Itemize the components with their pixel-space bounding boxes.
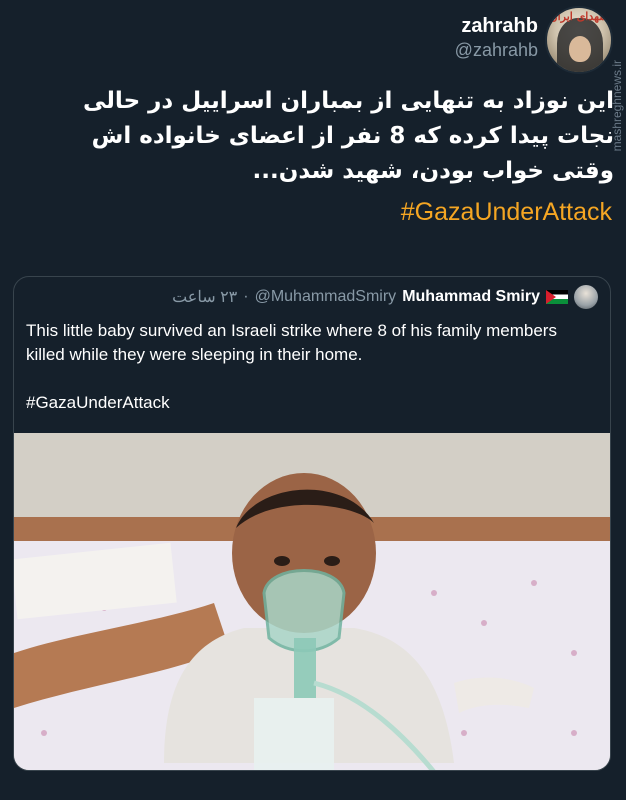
quoted-author-handle[interactable]: @MuhammadSmiry xyxy=(255,288,397,306)
tweet-text-line: نجات پیدا کرده که 8 نفر از اعضای خانواده… xyxy=(91,123,614,149)
tweet-text: این نوزاد به تنهایی از بمباران اسراییل د… xyxy=(24,84,614,189)
avatar-logo-text: شهدای ایران xyxy=(549,10,609,23)
tweet-hashtag-link[interactable]: #GazaUnderAttack xyxy=(401,198,612,227)
quoted-tweet-photo[interactable] xyxy=(14,433,610,770)
infant-eye-right xyxy=(324,556,340,566)
infant-photo-illustration xyxy=(14,433,610,770)
tweet-author-header: zahrahb @zahrahb xyxy=(455,14,538,62)
oxygen-bag xyxy=(254,698,334,770)
quoted-tweet-text: This little baby survived an Israeli str… xyxy=(26,321,557,364)
tweet-text-line: این نوزاد به تنهایی از بمباران اسراییل د… xyxy=(83,88,614,114)
author-display-name[interactable]: zahrahb xyxy=(455,14,538,38)
palestine-flag-icon xyxy=(546,290,568,304)
quoted-separator-dot: · xyxy=(243,288,249,305)
tweet-page: شهدای ایران zahrahb @zahrahb mashreghnew… xyxy=(0,0,626,800)
quoted-author-avatar[interactable] xyxy=(574,285,598,309)
quoted-hashtag-link[interactable]: #GazaUnderAttack xyxy=(26,393,170,413)
oxygen-tube-connector xyxy=(294,638,316,698)
infant-eye-left xyxy=(274,556,290,566)
quoted-timestamp[interactable]: ٢٣ ساعت xyxy=(172,287,237,307)
quoted-tweet-header: Muhammad Smiry @MuhammadSmiry · ٢٣ ساعت xyxy=(172,285,598,309)
profile-avatar[interactable]: شهدای ایران xyxy=(545,6,613,74)
quoted-tweet-card[interactable]: Muhammad Smiry @MuhammadSmiry · ٢٣ ساعت … xyxy=(13,276,611,771)
tweet-text-line: وقتی خواب بودن، شهید شدن... xyxy=(252,158,615,184)
quoted-author-name[interactable]: Muhammad Smiry xyxy=(402,288,540,306)
avatar-face xyxy=(569,36,591,62)
author-handle[interactable]: @zahrahb xyxy=(455,38,538,62)
